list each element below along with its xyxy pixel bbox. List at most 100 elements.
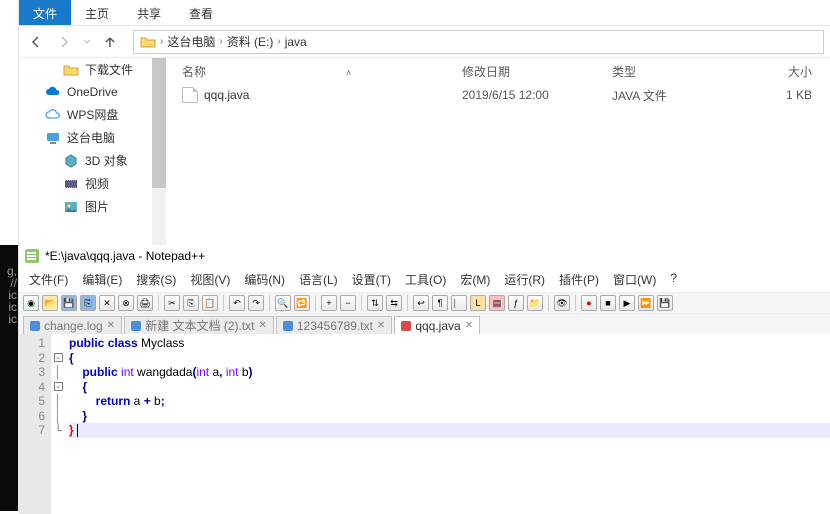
- redo-icon[interactable]: ↷: [248, 295, 264, 311]
- sidebar-item[interactable]: OneDrive: [19, 81, 166, 103]
- save-icon[interactable]: 💾: [61, 295, 77, 311]
- wordwrap-icon[interactable]: ↩: [413, 295, 429, 311]
- breadcrumb-part[interactable]: 资料 (E:): [227, 33, 274, 50]
- sidebar-item[interactable]: 这台电脑: [19, 126, 166, 149]
- editor-tabs: change.log✕新建 文本文档 (2).txt✕123456789.txt…: [19, 314, 830, 334]
- file-list: 名称˄ 修改日期 类型 大小 qqq.java2019/6/15 12:00JA…: [166, 58, 830, 245]
- fold-gutter[interactable]: -│-││└: [51, 334, 65, 514]
- menu-item[interactable]: 文件(F): [23, 269, 74, 290]
- save-macro-icon[interactable]: 💾: [657, 295, 673, 311]
- breadcrumb-part[interactable]: 这台电脑: [167, 33, 215, 50]
- col-size[interactable]: 大小: [742, 63, 812, 80]
- sync-v-icon[interactable]: ⇅: [367, 295, 383, 311]
- nav-up-icon[interactable]: [99, 31, 121, 53]
- play-multi-icon[interactable]: ⏩: [638, 295, 654, 311]
- menu-item[interactable]: 插件(P): [553, 269, 605, 290]
- column-headers[interactable]: 名称 ˄ 修改日期 类型 大小: [166, 58, 830, 84]
- show-all-chars-icon[interactable]: ¶: [432, 295, 448, 311]
- replace-icon[interactable]: 🔁: [294, 295, 310, 311]
- doc-map-icon[interactable]: ▤: [489, 295, 505, 311]
- menu-item[interactable]: 工具(O): [399, 269, 452, 290]
- pc-icon: [45, 130, 61, 146]
- close-icon[interactable]: ✕: [99, 295, 115, 311]
- stop-macro-icon[interactable]: ■: [600, 295, 616, 311]
- editor-tab[interactable]: 新建 文本文档 (2).txt ✕: [124, 316, 274, 334]
- folder-icon: [63, 62, 79, 78]
- chevron-right-icon[interactable]: ›: [217, 36, 224, 47]
- indent-guide-icon[interactable]: ⎸: [451, 295, 467, 311]
- sidebar-item[interactable]: WPS网盘: [19, 103, 166, 126]
- record-macro-icon[interactable]: ●: [581, 295, 597, 311]
- file-row[interactable]: qqq.java2019/6/15 12:00JAVA 文件1 KB: [166, 84, 830, 106]
- chevron-right-icon[interactable]: ›: [275, 36, 282, 47]
- menu-item[interactable]: ?: [664, 269, 683, 290]
- ribbon-tab-view[interactable]: 查看: [175, 0, 227, 25]
- menu-item[interactable]: 语言(L): [293, 269, 344, 290]
- chevron-right-icon[interactable]: ›: [158, 36, 165, 47]
- print-icon[interactable]: 🖨: [137, 295, 153, 311]
- tab-close-icon[interactable]: ✕: [377, 320, 385, 331]
- col-name[interactable]: 名称: [182, 65, 206, 79]
- file-icon: [182, 87, 198, 103]
- sidebar-item[interactable]: 下载文件: [19, 58, 166, 81]
- tab-close-icon[interactable]: ✕: [107, 320, 115, 331]
- col-type[interactable]: 类型: [612, 63, 742, 80]
- menu-item[interactable]: 运行(R): [498, 269, 551, 290]
- open-file-icon[interactable]: 📂: [42, 295, 58, 311]
- tab-status-icon: [131, 321, 141, 331]
- play-macro-icon[interactable]: ▶: [619, 295, 635, 311]
- code-content[interactable]: public class Myclass{ public int wangdad…: [65, 334, 830, 514]
- editor-tab[interactable]: 123456789.txt ✕: [276, 316, 392, 334]
- scrollbar-thumb[interactable]: [152, 58, 166, 188]
- sidebar-item[interactable]: 图片: [19, 195, 166, 218]
- tab-label: 新建 文本文档 (2).txt: [145, 317, 254, 334]
- menu-item[interactable]: 搜索(S): [130, 269, 182, 290]
- close-all-icon[interactable]: ⊗: [118, 295, 134, 311]
- editor-tab[interactable]: change.log✕: [23, 316, 122, 334]
- new-file-icon[interactable]: ◉: [23, 295, 39, 311]
- sort-indicator-icon: ˄: [346, 68, 351, 78]
- zoom-in-icon[interactable]: +: [321, 295, 337, 311]
- func-list-icon[interactable]: ƒ: [508, 295, 524, 311]
- menu-item[interactable]: 窗口(W): [607, 269, 662, 290]
- tab-status-icon: [30, 321, 40, 331]
- file-name: qqq.java: [204, 88, 249, 102]
- save-all-icon[interactable]: ⎘: [80, 295, 96, 311]
- ribbon-tab-file[interactable]: 文件: [19, 0, 71, 25]
- sidebar-item[interactable]: 视频: [19, 172, 166, 195]
- breadcrumb[interactable]: › 这台电脑 › 资料 (E:) › java: [133, 30, 824, 54]
- paste-icon[interactable]: 📋: [202, 295, 218, 311]
- nav-forward-icon[interactable]: [53, 31, 75, 53]
- zoom-out-icon[interactable]: −: [340, 295, 356, 311]
- nav-back-icon[interactable]: [25, 31, 47, 53]
- tab-close-icon[interactable]: ✕: [258, 320, 266, 331]
- title-bar[interactable]: *E:\java\qqq.java - Notepad++: [19, 245, 830, 267]
- undo-icon[interactable]: ↶: [229, 295, 245, 311]
- sync-h-icon[interactable]: ⇆: [386, 295, 402, 311]
- menu-item[interactable]: 宏(M): [454, 269, 496, 290]
- editor-tab[interactable]: qqq.java✕: [394, 316, 480, 334]
- monitor-icon[interactable]: 👁: [554, 295, 570, 311]
- sidebar-scrollbar[interactable]: [152, 58, 166, 245]
- file-size: 1 KB: [742, 88, 812, 102]
- nav-recent-dropdown-icon[interactable]: [81, 31, 93, 53]
- folder-workspace-icon[interactable]: 📁: [527, 295, 543, 311]
- ribbon-tab-home[interactable]: 主页: [71, 0, 123, 25]
- menu-item[interactable]: 设置(T): [346, 269, 397, 290]
- breadcrumb-part[interactable]: java: [285, 35, 307, 49]
- tab-status-icon: [401, 321, 411, 331]
- code-editor[interactable]: 1234567 -│-││└ public class Myclass{ pub…: [19, 334, 830, 514]
- copy-icon[interactable]: ⎘: [183, 295, 199, 311]
- udl-icon[interactable]: L: [470, 295, 486, 311]
- find-icon[interactable]: 🔍: [275, 295, 291, 311]
- tab-close-icon[interactable]: ✕: [465, 320, 473, 331]
- ribbon-tab-share[interactable]: 共享: [123, 0, 175, 25]
- cut-icon[interactable]: ✂: [164, 295, 180, 311]
- menu-item[interactable]: 编码(N): [238, 269, 291, 290]
- menu-item[interactable]: 视图(V): [184, 269, 236, 290]
- file-date: 2019/6/15 12:00: [462, 88, 612, 102]
- sidebar-item[interactable]: 3D 对象: [19, 149, 166, 172]
- menu-item[interactable]: 编辑(E): [76, 269, 128, 290]
- col-date[interactable]: 修改日期: [462, 63, 612, 80]
- tab-label: 123456789.txt: [297, 319, 373, 333]
